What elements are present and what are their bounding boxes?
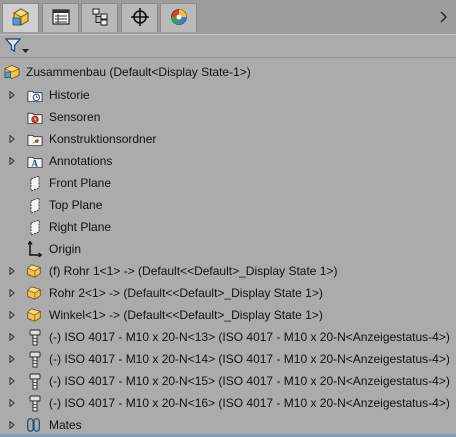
- tree-item-label: (f) Rohr 1<1> -> (Default<<Default>_Disp…: [49, 264, 338, 278]
- plane-icon: [27, 174, 43, 192]
- tree-item-label: Konstruktionsordner: [49, 132, 157, 146]
- tree-item-component[interactable]: Rohr 2<1> -> (Default<<Default>_Display …: [0, 282, 456, 304]
- tree-item-label: Origin: [49, 242, 82, 256]
- tree-item-label: (-) ISO 4017 - M10 x 20-N<15> (ISO 4017 …: [49, 374, 450, 388]
- tree-item-konstruktionsordner[interactable]: Konstruktionsordner: [0, 128, 456, 150]
- assembly-icon: [4, 64, 20, 80]
- feature-tree-icon: [11, 7, 31, 30]
- display-manager-icon: [170, 8, 188, 29]
- part-icon: [26, 307, 42, 323]
- tree-root-label: Zusammenbau (Default<Display State-1>): [26, 65, 251, 79]
- tree-item-component[interactable]: Winkel<1> -> (Default<<Default>_Display …: [0, 304, 456, 326]
- tree-item-component[interactable]: (f) Rohr 1<1> -> (Default<<Default>_Disp…: [0, 260, 456, 282]
- tree-item-origin[interactable]: Origin: [0, 238, 456, 260]
- annotations-folder-icon: A: [27, 153, 43, 169]
- expand-arrow-icon[interactable]: [8, 311, 16, 319]
- tree-item-label: (-) ISO 4017 - M10 x 20-N<13> (ISO 4017 …: [49, 330, 450, 344]
- history-folder-icon: [27, 87, 43, 103]
- tree-item-label: Front Plane: [49, 176, 112, 190]
- bolt-icon: [27, 329, 43, 345]
- plane-icon: [27, 196, 43, 214]
- feature-tree: Zusammenbau (Default<Display State-1>) H…: [0, 60, 456, 436]
- tree-item-label: Annotations: [49, 154, 113, 168]
- filter-bar: [0, 34, 456, 58]
- tab-displaymanager[interactable]: [160, 3, 197, 32]
- tree-item-label: Mates: [49, 418, 82, 432]
- filter-button[interactable]: [4, 37, 31, 57]
- dropdown-arrow-icon: [22, 43, 29, 57]
- expand-arrow-icon[interactable]: [8, 267, 16, 275]
- expand-arrow-icon[interactable]: [8, 157, 16, 165]
- expand-arrow-icon[interactable]: [8, 377, 16, 385]
- tree-item-label: Top Plane: [49, 198, 103, 212]
- svg-text:A: A: [31, 159, 38, 168]
- tree-item-component[interactable]: (-) ISO 4017 - M10 x 20-N<15> (ISO 4017 …: [0, 370, 456, 392]
- tab-featuremanager[interactable]: [2, 3, 39, 32]
- tree-item-mates[interactable]: Mates: [0, 414, 456, 436]
- tree-item-right-plane[interactable]: Right Plane: [0, 216, 456, 238]
- bolt-icon: [27, 351, 43, 367]
- expand-arrow-icon[interactable]: [8, 421, 16, 429]
- tree-root-assembly[interactable]: Zusammenbau (Default<Display State-1>): [0, 60, 456, 84]
- tree-item-front-plane[interactable]: Front Plane: [0, 172, 456, 194]
- tab-dimxpertmanager[interactable]: [121, 3, 158, 32]
- expand-arrow-icon[interactable]: [8, 399, 16, 407]
- filter-funnel-icon: [4, 37, 22, 56]
- tree-item-label: Historie: [49, 88, 90, 102]
- bolt-icon: [27, 373, 43, 389]
- manager-tab-bar: [0, 0, 456, 34]
- part-icon: [26, 263, 42, 279]
- plane-icon: [27, 218, 43, 236]
- tree-item-component[interactable]: (-) ISO 4017 - M10 x 20-N<14> (ISO 4017 …: [0, 348, 456, 370]
- tab-propertymanager[interactable]: [42, 3, 79, 32]
- tree-item-annotations[interactable]: A Annotations: [0, 150, 456, 172]
- chevron-right-icon[interactable]: [438, 9, 450, 25]
- expand-arrow-icon[interactable]: [8, 333, 16, 341]
- design-folder-icon: [27, 131, 43, 147]
- expand-arrow-icon[interactable]: [8, 135, 16, 143]
- target-crosshair-icon: [130, 7, 149, 29]
- tree-item-label: Rohr 2<1> -> (Default<<Default>_Display …: [49, 286, 323, 300]
- tree-item-label: Sensoren: [49, 110, 101, 124]
- expand-arrow-icon[interactable]: [8, 91, 16, 99]
- tree-item-label: Right Plane: [49, 220, 112, 234]
- tree-item-component[interactable]: (-) ISO 4017 - M10 x 20-N<13> (ISO 4017 …: [0, 326, 456, 348]
- expand-arrow-icon[interactable]: [8, 355, 16, 363]
- sensor-icon: [27, 109, 43, 125]
- mates-icon: [26, 417, 42, 433]
- tree-item-sensoren[interactable]: Sensoren: [0, 106, 456, 128]
- expand-arrow-icon[interactable]: [8, 289, 16, 297]
- tree-item-top-plane[interactable]: Top Plane: [0, 194, 456, 216]
- tree-item-label: (-) ISO 4017 - M10 x 20-N<14> (ISO 4017 …: [49, 352, 450, 366]
- tab-configurationmanager[interactable]: [81, 3, 118, 32]
- tree-item-component[interactable]: (-) ISO 4017 - M10 x 20-N<16> (ISO 4017 …: [0, 392, 456, 414]
- tree-item-label: Winkel<1> -> (Default<<Default>_Display …: [49, 308, 323, 322]
- configuration-manager-icon: [92, 8, 108, 29]
- tree-item-historie[interactable]: Historie: [0, 84, 456, 106]
- origin-icon: [27, 241, 43, 257]
- tree-item-label: (-) ISO 4017 - M10 x 20-N<16> (ISO 4017 …: [49, 396, 450, 410]
- property-manager-icon: [51, 8, 70, 28]
- bolt-icon: [27, 395, 43, 411]
- part-icon: [26, 285, 42, 301]
